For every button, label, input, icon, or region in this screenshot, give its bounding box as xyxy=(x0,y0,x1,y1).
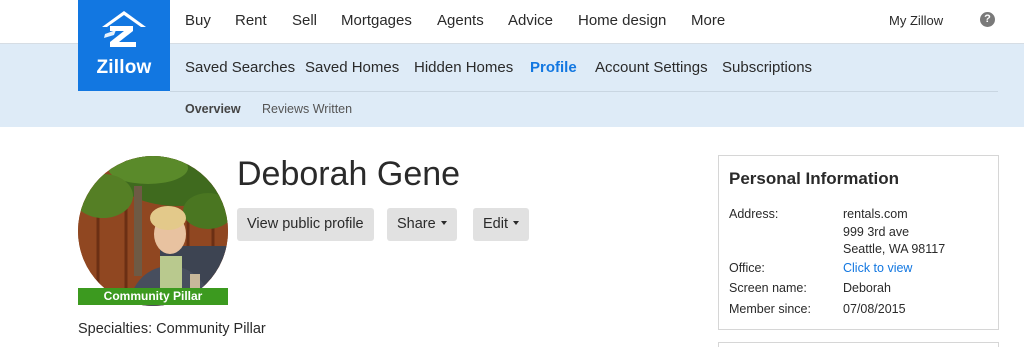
nav-mortgages[interactable]: Mortgages xyxy=(341,12,412,29)
nav-agents[interactable]: Agents xyxy=(437,12,484,29)
zillow-wordmark: Zillow xyxy=(96,57,152,78)
nav-rent[interactable]: Rent xyxy=(235,12,267,29)
nav-buy[interactable]: Buy xyxy=(185,12,211,29)
address-line-2: 999 3rd ave xyxy=(843,225,910,239)
nav-advice[interactable]: Advice xyxy=(508,12,553,29)
office-label: Office: xyxy=(729,261,765,275)
zillow-logo[interactable]: Zillow xyxy=(78,0,170,91)
nav-more[interactable]: More xyxy=(691,12,725,29)
next-card-edge xyxy=(718,342,999,347)
personal-info-card: Personal Information Address: rentals.co… xyxy=(718,155,999,330)
subnav-subscriptions[interactable]: Subscriptions xyxy=(722,59,812,76)
address-label: Address: xyxy=(729,207,779,221)
community-pillar-badge: Community Pillar xyxy=(78,288,228,305)
tab-overview[interactable]: Overview xyxy=(185,102,241,116)
personal-info-title: Personal Information xyxy=(729,169,900,188)
share-label: Share xyxy=(397,216,436,232)
profile-name: Deborah Gene xyxy=(237,155,461,193)
screen-name-label: Screen name: xyxy=(729,281,807,295)
screen-name-value: Deborah xyxy=(843,281,891,295)
subnav-account-settings[interactable]: Account Settings xyxy=(595,59,708,76)
avatar xyxy=(78,156,228,306)
my-zillow-link[interactable]: My Zillow xyxy=(889,13,943,28)
edit-label: Edit xyxy=(483,216,508,232)
subnav-saved-homes[interactable]: Saved Homes xyxy=(305,59,399,76)
tab-reviews-written[interactable]: Reviews Written xyxy=(262,102,352,116)
office-click-to-view-link[interactable]: Click to view xyxy=(843,261,912,275)
nav-sell[interactable]: Sell xyxy=(292,12,317,29)
zillow-z-logo-icon xyxy=(102,11,146,47)
member-since-label: Member since: xyxy=(729,302,811,316)
view-public-profile-button[interactable]: View public profile xyxy=(237,208,374,241)
help-icon[interactable]: ? xyxy=(980,12,995,27)
edit-button[interactable]: Edit xyxy=(473,208,529,241)
view-public-profile-label: View public profile xyxy=(247,216,364,232)
subnav-hidden-homes[interactable]: Hidden Homes xyxy=(414,59,513,76)
chevron-down-icon xyxy=(513,221,519,226)
address-line-3: Seattle, WA 98117 xyxy=(843,242,946,256)
subnav-profile[interactable]: Profile xyxy=(530,59,577,76)
nav-home-design[interactable]: Home design xyxy=(578,12,666,29)
chevron-down-icon xyxy=(440,221,447,226)
member-since-value: 07/08/2015 xyxy=(843,302,906,316)
subnav-saved-searches[interactable]: Saved Searches xyxy=(185,59,295,76)
profile-photo xyxy=(78,156,228,306)
share-button[interactable]: Share xyxy=(387,208,457,241)
subnav-divider xyxy=(170,91,998,92)
address-line-1: rentals.com xyxy=(843,207,908,221)
specialties-text: Specialties: Community Pillar xyxy=(78,321,266,337)
